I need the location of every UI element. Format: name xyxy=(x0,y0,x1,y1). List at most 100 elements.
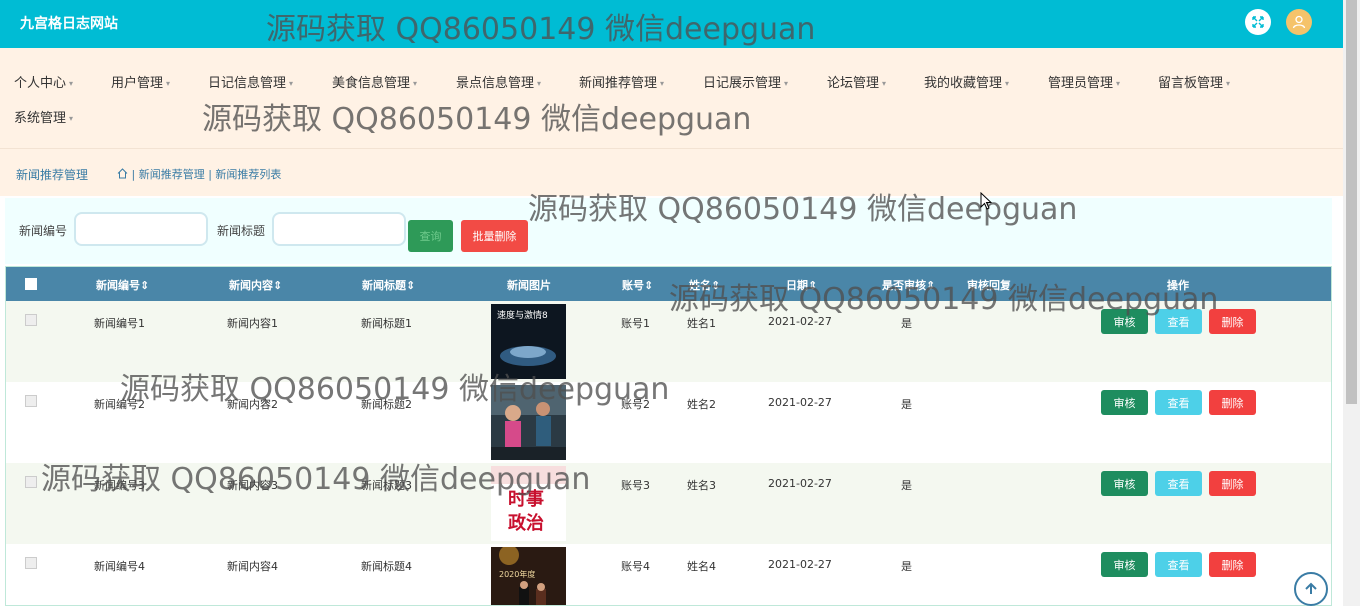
chevron-down-icon: ▾ xyxy=(69,114,74,123)
audit-button[interactable]: 审核 xyxy=(1101,390,1148,415)
nav-item-scenic[interactable]: 景点信息管理 ▾ xyxy=(456,72,541,91)
cell-audited: 是 xyxy=(901,398,912,411)
cell-news-title: 新闻标题4 xyxy=(361,560,412,573)
nav-item-users[interactable]: 用户管理 ▾ xyxy=(111,72,170,91)
col-reply: 审核回复 xyxy=(967,279,1011,292)
col-name[interactable]: 姓名⇕ xyxy=(689,277,720,293)
cell-news-id: 新闻编号3 xyxy=(94,479,145,492)
view-button[interactable]: 查看 xyxy=(1155,552,1202,577)
row-checkbox[interactable] xyxy=(25,476,37,488)
nav-item-forum[interactable]: 论坛管理 ▾ xyxy=(827,72,886,91)
chevron-down-icon: ▾ xyxy=(413,79,418,88)
row-checkbox[interactable] xyxy=(25,557,37,569)
view-button[interactable]: 查看 xyxy=(1155,309,1202,334)
news-image: 2020年度 xyxy=(491,547,566,605)
chevron-down-icon: ▾ xyxy=(537,79,542,88)
audit-button[interactable]: 审核 xyxy=(1101,309,1148,334)
cell-date: 2021-02-27 xyxy=(768,396,832,409)
row-checkbox[interactable] xyxy=(25,395,37,407)
cell-name: 姓名3 xyxy=(687,479,716,492)
thumb-text: 2020年度 xyxy=(499,569,535,579)
main-nav: 个人中心 ▾ 用户管理 ▾ 日记信息管理 ▾ 美食信息管理 ▾ 景点信息管理 ▾ 新闻推荐… xyxy=(0,48,1343,148)
site-title: 九宫格日志网站 xyxy=(20,16,118,32)
news-title-label: 新闻标题 xyxy=(217,224,266,238)
chevron-down-icon: ▾ xyxy=(289,79,294,88)
news-table: 新闻编号⇕ 新闻内容⇕ 新闻标题⇕ 新闻图片 账号⇕ 姓名⇕ 日期⇕ 是否审核⇕… xyxy=(5,266,1332,606)
search-button[interactable]: 查询 xyxy=(408,220,453,252)
breadcrumb: 新闻推荐管理 | 新闻推荐管理 | 新闻推荐列表 xyxy=(0,148,1343,196)
select-all-checkbox[interactable] xyxy=(25,278,37,290)
news-id-input[interactable] xyxy=(74,212,208,246)
cell-audited: 是 xyxy=(901,560,912,573)
col-news-id[interactable]: 新闻编号⇕ xyxy=(96,277,149,293)
cell-name: 姓名2 xyxy=(687,398,716,411)
audit-button[interactable]: 审核 xyxy=(1101,471,1148,496)
cell-news-title: 新闻标题3 xyxy=(361,479,412,492)
cell-news-title: 新闻标题1 xyxy=(361,317,412,330)
cell-news-content: 新闻内容1 xyxy=(227,317,278,330)
table-row: 新闻编号4 新闻内容4 新闻标题4 2020年度 账号4 姓名4 2021-02… xyxy=(6,544,1331,605)
view-button[interactable]: 查看 xyxy=(1155,390,1202,415)
thumb-text: 时事 xyxy=(508,488,544,510)
cell-name: 姓名4 xyxy=(687,560,716,573)
col-news-content[interactable]: 新闻内容⇕ xyxy=(229,277,282,293)
page-scrollbar[interactable] xyxy=(1343,0,1360,606)
search-bar: 新闻编号 新闻标题 查询 批量删除 xyxy=(5,198,1332,264)
col-news-image: 新闻图片 xyxy=(507,279,551,292)
chevron-down-icon: ▾ xyxy=(1005,79,1010,88)
news-image: 速度与激情8 xyxy=(491,304,566,379)
cell-news-content: 新闻内容4 xyxy=(227,560,278,573)
col-date[interactable]: 日期⇕ xyxy=(786,277,817,293)
cell-news-title: 新闻标题2 xyxy=(361,398,412,411)
table-row: 新闻编号2 新闻内容2 新闻标题2 账号2 姓名2 2021-02-27 是 审… xyxy=(6,382,1331,463)
news-image: 时事 政治 xyxy=(491,466,566,541)
audit-button[interactable]: 审核 xyxy=(1101,552,1148,577)
home-icon[interactable] xyxy=(117,168,128,179)
top-bar: 九宫格日志网站 xyxy=(0,0,1343,48)
col-news-title[interactable]: 新闻标题⇕ xyxy=(362,277,415,293)
col-audited[interactable]: 是否审核⇕ xyxy=(882,277,935,293)
nav-item-favorites[interactable]: 我的收藏管理 ▾ xyxy=(924,72,1009,91)
cell-date: 2021-02-27 xyxy=(768,558,832,571)
nav-item-food[interactable]: 美食信息管理 ▾ xyxy=(332,72,417,91)
back-to-top-icon[interactable] xyxy=(1294,572,1328,606)
col-actions: 操作 xyxy=(1167,279,1189,292)
nav-item-messages[interactable]: 留言板管理 ▾ xyxy=(1158,72,1230,91)
table-row: 新闻编号1 新闻内容1 新闻标题1 速度与激情8 账号1 姓名1 2021-02… xyxy=(6,301,1331,382)
page-title: 新闻推荐管理 xyxy=(16,168,89,182)
nav-item-admins[interactable]: 管理员管理 ▾ xyxy=(1048,72,1120,91)
chevron-down-icon: ▾ xyxy=(166,79,171,88)
cell-date: 2021-02-27 xyxy=(768,477,832,490)
nav-item-diary[interactable]: 日记信息管理 ▾ xyxy=(208,72,293,91)
nav-item-system[interactable]: 系统管理 ▾ xyxy=(14,107,73,126)
user-avatar-icon[interactable] xyxy=(1286,9,1312,35)
breadcrumb-path[interactable]: | 新闻推荐管理 | 新闻推荐列表 xyxy=(117,166,281,182)
cell-audited: 是 xyxy=(901,317,912,330)
fullscreen-icon[interactable] xyxy=(1245,9,1271,35)
thumb-text: 政治 xyxy=(508,512,544,534)
cell-name: 姓名1 xyxy=(687,317,716,330)
view-button[interactable]: 查看 xyxy=(1155,471,1202,496)
nav-item-diary-display[interactable]: 日记展示管理 ▾ xyxy=(703,72,788,91)
nav-item-personal-center[interactable]: 个人中心 ▾ xyxy=(14,72,73,91)
cell-news-id: 新闻编号1 xyxy=(94,317,145,330)
cell-news-id: 新闻编号2 xyxy=(94,398,145,411)
delete-button[interactable]: 删除 xyxy=(1209,471,1256,496)
cell-news-id: 新闻编号4 xyxy=(94,560,145,573)
col-account[interactable]: 账号⇕ xyxy=(622,277,653,293)
row-checkbox[interactable] xyxy=(25,314,37,326)
nav-item-news[interactable]: 新闻推荐管理 ▾ xyxy=(579,72,664,91)
cell-news-content: 新闻内容3 xyxy=(227,479,278,492)
delete-button[interactable]: 删除 xyxy=(1209,309,1256,334)
news-image xyxy=(491,385,566,460)
scrollbar-thumb[interactable] xyxy=(1346,0,1357,404)
batch-delete-button[interactable]: 批量删除 xyxy=(461,220,528,252)
cell-account: 账号3 xyxy=(621,479,650,492)
news-id-label: 新闻编号 xyxy=(19,224,68,238)
delete-button[interactable]: 删除 xyxy=(1209,390,1256,415)
delete-button[interactable]: 删除 xyxy=(1209,552,1256,577)
cell-date: 2021-02-27 xyxy=(768,315,832,328)
cell-account: 账号4 xyxy=(621,560,650,573)
news-title-input[interactable] xyxy=(272,212,406,246)
chevron-down-icon: ▾ xyxy=(1226,79,1231,88)
